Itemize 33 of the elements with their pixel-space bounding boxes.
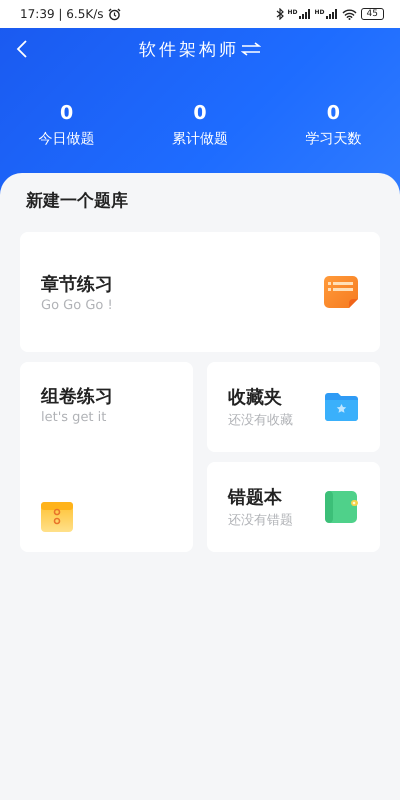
question-bank-card[interactable]: 收藏夹 还没有收藏 (207, 362, 380, 452)
card-title: 错题本 (228, 486, 283, 509)
card-title: 章节练习 (41, 272, 114, 296)
note-icon (324, 276, 358, 308)
envelope-icon (41, 502, 73, 532)
card-title: 组卷练习 (41, 385, 113, 408)
wallet-icon (325, 491, 358, 523)
stat-value: 0 (193, 102, 207, 124)
stat-label: 今日做题 (38, 130, 95, 148)
card-subtitle: 还没有收藏 (228, 412, 294, 429)
card-subtitle: Go Go Go ! (41, 298, 114, 312)
card-title: 收藏夹 (228, 386, 283, 409)
question-bank-card[interactable]: 错题本 还没有错题 (207, 462, 380, 552)
card-subtitle: 还没有错题 (228, 512, 294, 529)
section-title: 新建一个题库 (26, 190, 129, 212)
status-time: 17:39 | 6.5K/s (20, 7, 104, 21)
folder-icon (325, 393, 358, 421)
stat-value: 0 (326, 102, 340, 124)
stat-label: 累计做题 (172, 130, 228, 148)
back-icon[interactable] (16, 40, 28, 58)
card-subtitle: let's get it (41, 410, 108, 425)
stat-value: 0 (60, 102, 74, 124)
question-bank-card[interactable]: 章节练习 Go Go Go ! (20, 232, 380, 352)
header-title: 软件架构师 (139, 38, 239, 60)
signal-icon (298, 9, 311, 19)
bluetooth-icon (276, 8, 284, 20)
alarm-icon (108, 8, 121, 20)
wifi-icon (342, 8, 357, 20)
battery-level: 45 (360, 8, 384, 20)
swap-icon[interactable] (241, 42, 261, 56)
signal-icon (326, 9, 338, 19)
stat-label: 学习天数 (305, 130, 362, 148)
question-bank-card[interactable]: 组卷练习 let's get it (20, 362, 193, 552)
